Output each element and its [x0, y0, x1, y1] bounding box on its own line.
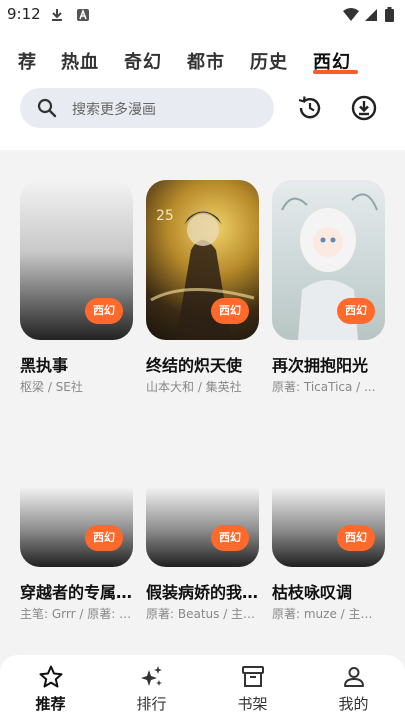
comic-cover: 西幻: [272, 487, 385, 567]
comic-author: 原著: Beatus / 主…: [146, 607, 256, 621]
comic-title: 穿越者的专属…: [20, 583, 133, 602]
comic-title: 枯枝咏叹调: [272, 583, 353, 602]
comic-cover: 西幻: [20, 487, 133, 567]
history-icon: [296, 96, 324, 126]
nav-mine[interactable]: 我的: [303, 655, 404, 720]
comic-grid: 西幻 黑执事 枢梁 / SE社 25 西幻 终结的炽天使 山本大和 / 集英社: [0, 150, 405, 660]
download-icon: [350, 95, 378, 126]
tab-urban[interactable]: 都市: [187, 48, 225, 74]
nav-ranking[interactable]: 排行: [101, 655, 202, 720]
comic-author: 原著: TicaTica / ...: [272, 380, 376, 394]
genre-badge: 西幻: [85, 298, 123, 324]
comic-card[interactable]: 西幻 穿越者的专属… 主笔: Grrr / 原著: I...: [20, 407, 133, 627]
search-placeholder: 搜索更多漫画: [72, 102, 156, 118]
history-button[interactable]: [296, 94, 324, 122]
nav-recommend[interactable]: 推荐: [0, 655, 101, 720]
comic-card[interactable]: 西幻 黑执事 枢梁 / SE社: [20, 180, 133, 400]
comic-author: 枢梁 / SE社: [20, 380, 83, 394]
svg-text:25: 25: [156, 208, 174, 224]
comic-cover: 西幻: [146, 487, 259, 567]
battery-icon: [385, 7, 394, 26]
status-time: 9:12: [7, 5, 41, 23]
genre-badge: 西幻: [337, 298, 375, 324]
genre-badge: 西幻: [211, 525, 249, 551]
comic-cover: 25 西幻: [146, 180, 259, 340]
top-bar: 荐 热血 奇幻 都市 历史 西幻 搜索更多漫画: [0, 28, 405, 150]
tab-fantasy[interactable]: 奇幻: [124, 48, 162, 74]
comic-card[interactable]: 西幻 枯枝咏叹调 原著: muze / 主…: [272, 407, 385, 627]
nav-label: 推荐: [35, 695, 66, 713]
person-icon: [341, 664, 367, 690]
comic-title: 黑执事: [20, 356, 69, 375]
archive-icon: [240, 664, 266, 690]
comic-title: 假装病娇的我…: [146, 583, 259, 602]
tab-recommend[interactable]: 荐: [18, 48, 37, 74]
download-button[interactable]: [350, 94, 378, 122]
nav-label: 书架: [237, 695, 268, 713]
star-icon: [38, 664, 64, 690]
tab-history[interactable]: 历史: [250, 48, 288, 74]
download-notification-icon: [50, 7, 64, 26]
comic-author: 原著: muze / 主…: [272, 607, 373, 621]
search-input[interactable]: 搜索更多漫画: [20, 88, 274, 128]
nav-bookshelf[interactable]: 书架: [202, 655, 303, 720]
text-notification-icon: [76, 7, 90, 26]
nav-label: 排行: [136, 695, 167, 713]
comic-card[interactable]: 25 西幻 终结的炽天使 山本大和 / 集英社: [146, 180, 259, 400]
wifi-icon: [343, 7, 359, 26]
comic-title: 再次拥抱阳光: [272, 356, 369, 375]
tab-hot-blood[interactable]: 热血: [61, 48, 99, 74]
comic-card[interactable]: 西幻 再次拥抱阳光 原著: TicaTica / ...: [272, 180, 385, 400]
nav-label: 我的: [338, 695, 369, 713]
bottom-navigation: 推荐 排行 书架 我的: [0, 655, 405, 720]
status-bar: 9:12: [0, 0, 405, 28]
comic-title: 终结的炽天使: [146, 356, 243, 375]
genre-badge: 西幻: [85, 525, 123, 551]
comic-card[interactable]: 西幻 假装病娇的我… 原著: Beatus / 主…: [146, 407, 259, 627]
genre-badge: 西幻: [211, 298, 249, 324]
comic-cover: 西幻: [272, 180, 385, 340]
search-icon: [37, 98, 57, 122]
sparkle-icon: [139, 664, 165, 690]
genre-badge: 西幻: [337, 525, 375, 551]
active-tab-indicator: [313, 70, 358, 74]
comic-author: 主笔: Grrr / 原著: I...: [20, 607, 133, 621]
comic-cover: 西幻: [20, 180, 133, 340]
signal-icon: [364, 7, 378, 26]
comic-author: 山本大和 / 集英社: [146, 380, 242, 394]
